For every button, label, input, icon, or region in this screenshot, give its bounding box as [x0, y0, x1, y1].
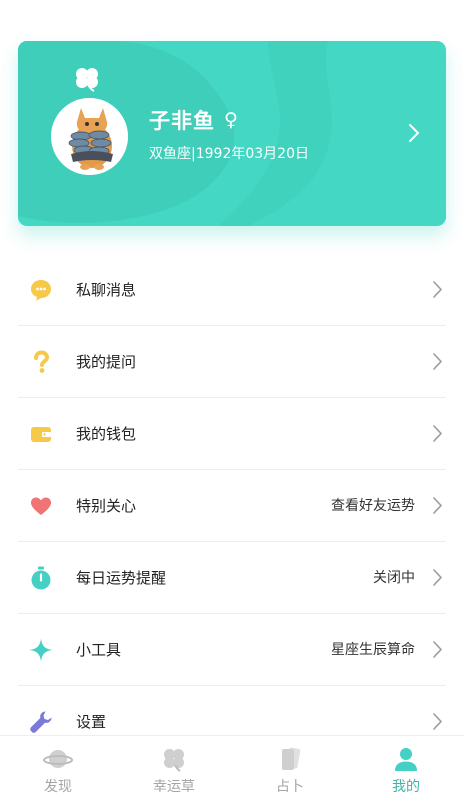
menu-item-label: 每日运势提醒 — [76, 569, 167, 587]
tab-label: 我的 — [392, 779, 420, 795]
heart-icon — [31, 497, 51, 515]
profile-birth-info: 双鱼座|1992年03月20日 — [149, 146, 309, 162]
wallet-icon — [31, 427, 51, 442]
tab-discover[interactable]: 发现 — [0, 736, 116, 800]
planet-icon — [43, 750, 73, 768]
tab-label: 占卜 — [276, 779, 304, 795]
menu-item-label: 小工具 — [76, 641, 122, 659]
chevron-right-icon — [433, 497, 442, 514]
tab-divination[interactable]: 占卜 — [232, 736, 348, 800]
stopwatch-icon — [31, 566, 51, 590]
menu-item-tools[interactable]: 小工具 星座生辰算命 — [0, 614, 464, 686]
profile-page: 子非鱼 ♀ 双鱼座|1992年03月20日 私聊消息 我的提问 我的钱包 特别关… — [0, 0, 464, 800]
chevron-right-icon — [433, 353, 442, 370]
tab-lucky-clover[interactable]: 幸运草 — [116, 736, 232, 800]
chevron-right-icon — [433, 713, 442, 730]
avatar-cat-image — [51, 98, 128, 175]
menu-item-questions[interactable]: 我的提问 — [0, 326, 464, 398]
sparkle-icon — [29, 638, 53, 662]
chevron-right-icon — [433, 641, 442, 658]
menu-item-label: 设置 — [76, 713, 107, 731]
tab-mine[interactable]: 我的 — [348, 736, 464, 800]
menu-list: 私聊消息 我的提问 我的钱包 特别关心 查看好友运势 每日运势提醒 关闭中 小工… — [0, 254, 464, 758]
avatar[interactable] — [51, 98, 128, 175]
menu-item-value: 关闭中 — [373, 570, 415, 586]
cards-icon — [282, 747, 301, 770]
menu-item-messages[interactable]: 私聊消息 — [0, 254, 464, 326]
tab-label: 发现 — [44, 779, 72, 795]
question-icon — [34, 350, 50, 373]
clover-icon — [164, 749, 184, 772]
female-icon: ♀ — [224, 108, 238, 131]
chevron-right-icon — [433, 281, 442, 298]
menu-item-label: 特别关心 — [76, 497, 137, 515]
menu-item-wallet[interactable]: 我的钱包 — [0, 398, 464, 470]
menu-item-label: 我的钱包 — [76, 425, 137, 443]
menu-item-label: 私聊消息 — [76, 281, 137, 299]
menu-item-daily-reminder[interactable]: 每日运势提醒 关闭中 — [0, 542, 464, 614]
menu-item-value: 查看好友运势 — [331, 498, 415, 514]
menu-item-value: 星座生辰算命 — [331, 642, 415, 658]
profile-card[interactable]: 子非鱼 ♀ 双鱼座|1992年03月20日 — [18, 41, 446, 226]
profile-name: 子非鱼 — [149, 109, 215, 133]
chevron-right-icon — [433, 569, 442, 586]
person-icon — [395, 748, 417, 771]
chevron-right-icon — [409, 124, 419, 142]
profile-name-row: 子非鱼 ♀ — [149, 105, 238, 135]
menu-item-special-care[interactable]: 特别关心 查看好友运势 — [0, 470, 464, 542]
tab-label: 幸运草 — [153, 779, 195, 795]
clover-badge-icon — [76, 68, 98, 92]
wrench-icon — [30, 711, 52, 733]
chat-bubble-icon — [31, 280, 51, 301]
menu-item-label: 我的提问 — [76, 353, 137, 371]
chevron-right-icon — [433, 425, 442, 442]
bottom-tab-bar: 发现 幸运草 占卜 我的 — [0, 735, 464, 800]
